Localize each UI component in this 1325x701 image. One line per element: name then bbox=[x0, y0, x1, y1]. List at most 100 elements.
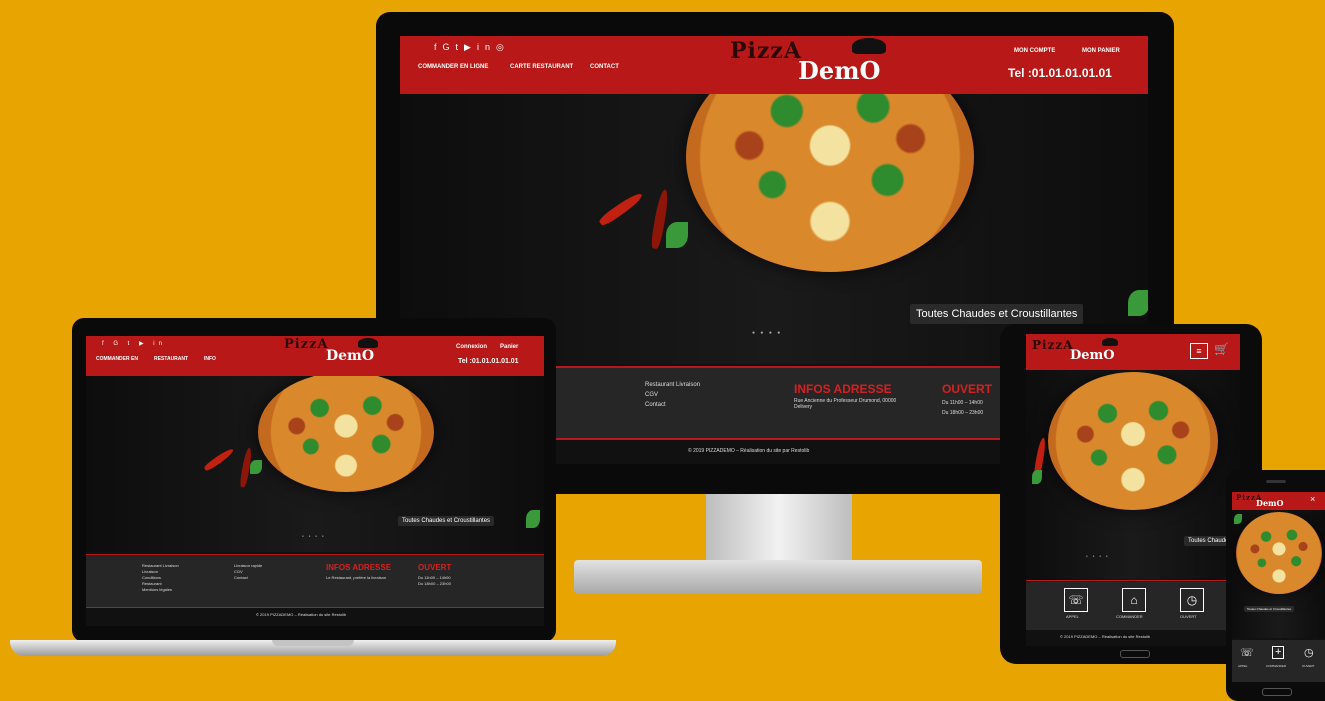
desktop-nav-menu[interactable]: CARTE RESTAURANT bbox=[510, 64, 573, 70]
desktop-footer-address: Rue Ancienne du Professeur Drumond, 0000… bbox=[794, 398, 897, 410]
phone-hours-button[interactable]: ◷ bbox=[1304, 646, 1314, 659]
divider bbox=[1026, 580, 1240, 581]
basil-leaf-image bbox=[1032, 470, 1042, 484]
instagram-icon[interactable]: ◎ bbox=[496, 42, 510, 52]
laptop-footer-link[interactable]: Contact bbox=[234, 575, 248, 580]
laptop-logo-bottom[interactable]: DemO bbox=[326, 348, 374, 364]
laptop-cart-link[interactable]: Panier bbox=[500, 344, 518, 350]
desktop-footer-link[interactable]: Restaurant Livraison bbox=[645, 382, 700, 388]
laptop-notch bbox=[272, 640, 354, 646]
laptop-screen: f G t ▶ in COMMANDER EN RESTAURANT INFO … bbox=[86, 336, 544, 626]
chef-hat-icon bbox=[1102, 338, 1118, 346]
desktop-footer-hours: Du 11h00 – 14h00 bbox=[942, 400, 983, 406]
phone-order-button[interactable]: + bbox=[1272, 646, 1285, 659]
tablet-logo-top[interactable]: PizzA bbox=[1032, 338, 1074, 352]
google-plus-icon[interactable]: G bbox=[443, 42, 456, 52]
laptop-footer-link[interactable]: Conditions bbox=[142, 575, 161, 580]
desktop-cart-link[interactable]: MON PANIER bbox=[1082, 48, 1120, 54]
laptop-nav-info[interactable]: INFO bbox=[204, 356, 216, 362]
desktop-account-link[interactable]: MON COMPTE bbox=[1014, 48, 1055, 54]
chili-pepper-image bbox=[597, 190, 645, 228]
phone-order-label: COMMANDER bbox=[1266, 664, 1286, 668]
cart-icon[interactable]: 🛒 bbox=[1214, 342, 1229, 356]
desktop-slider-dots[interactable]: ● ● ● ● bbox=[752, 330, 782, 336]
phone-screen: PizzA DemO × Toutes Chaudes et Croustill… bbox=[1232, 492, 1325, 682]
chef-hat-icon bbox=[852, 38, 886, 54]
desktop-slide-caption: Toutes Chaudes et Croustillantes bbox=[910, 304, 1084, 324]
laptop-footer-link[interactable]: Livraison rapide bbox=[234, 563, 262, 568]
desktop-footer-hours: Du 18h00 – 23h00 bbox=[942, 410, 984, 416]
monitor-stand-base bbox=[574, 560, 982, 594]
monitor-stand-neck bbox=[706, 494, 852, 564]
tablet-call-button[interactable]: ☏ bbox=[1064, 588, 1088, 612]
phone-action-bar: ☏ APPEL + COMMANDER ◷ OUVERT bbox=[1232, 640, 1325, 682]
pizza-image bbox=[258, 376, 434, 492]
tablet-hours-label: OUVERT bbox=[1180, 614, 1197, 619]
desktop-logo-bottom[interactable]: DemO bbox=[798, 56, 880, 85]
desktop-nav-order[interactable]: COMMANDER EN LIGNE bbox=[418, 64, 488, 70]
desktop-header: fGt▶in◎ COMMANDER EN LIGNE CARTE RESTAUR… bbox=[400, 36, 1148, 94]
linkedin-icon[interactable]: in bbox=[477, 42, 496, 52]
pizza-image bbox=[1048, 372, 1218, 510]
desktop-footer-link[interactable]: CGV bbox=[645, 392, 658, 398]
laptop-slider-dots[interactable]: ● ● ● ● bbox=[302, 534, 326, 538]
tablet-hero-slider: Toutes Chaudes ● ● ● ● bbox=[1026, 370, 1240, 580]
laptop-footer-link[interactable]: CGV bbox=[234, 569, 243, 574]
basil-leaf-image bbox=[666, 222, 688, 248]
desktop-copyright: © 2019 PIZZADEMO – Réalisation du site p… bbox=[688, 448, 810, 454]
phone-call-button[interactable]: ☏ bbox=[1240, 646, 1254, 659]
youtube-icon[interactable]: ▶ bbox=[464, 42, 477, 52]
phone-speaker bbox=[1266, 480, 1286, 483]
facebook-icon[interactable]: f bbox=[434, 42, 443, 52]
phone-hero-slider: Toutes Chaudes et Croustillantes bbox=[1232, 510, 1325, 638]
order-icon: ⌂ bbox=[1130, 593, 1138, 607]
basil-leaf-image bbox=[1234, 514, 1242, 524]
tablet-order-button[interactable]: ⌂ bbox=[1122, 588, 1146, 612]
laptop-footer-link[interactable]: Livraison bbox=[142, 569, 158, 574]
tablet-action-bar: ☏ APPEL ⌂ COMMANDER ◷ OUVERT bbox=[1026, 582, 1240, 630]
basil-leaf-image bbox=[250, 460, 262, 474]
laptop-logo-top[interactable]: PizzA bbox=[284, 337, 329, 352]
laptop-copyright: © 2019 PIZZADEMO – Réalisation du site R… bbox=[256, 612, 347, 617]
laptop-social-bar: f G t ▶ in bbox=[102, 341, 166, 347]
desktop-social-bar: fGt▶in◎ bbox=[434, 42, 510, 53]
tablet-screen: PizzA DemO ≡ 🛒 Toutes Chaudes ● ● ● ● ☏ … bbox=[1026, 334, 1240, 646]
laptop-footer-link[interactable]: Restaurant bbox=[142, 581, 162, 586]
pizza-image bbox=[1236, 512, 1322, 594]
phone-icon: ☏ bbox=[1068, 593, 1084, 607]
phone-header: PizzA DemO × bbox=[1232, 492, 1325, 510]
desktop-nav-contact[interactable]: CONTACT bbox=[590, 64, 619, 70]
chili-pepper-image bbox=[203, 446, 235, 473]
clock-icon: ◷ bbox=[1186, 593, 1198, 607]
desktop-logo-top[interactable]: PizzA bbox=[730, 38, 802, 64]
chef-hat-icon bbox=[358, 338, 378, 348]
desktop-footer-link[interactable]: Contact bbox=[645, 402, 666, 408]
laptop-footer-hours-title: OUVERT bbox=[418, 563, 452, 572]
laptop-hero-slider: Toutes Chaudes et Croustillantes ● ● ● ● bbox=[86, 376, 544, 552]
desktop-footer-hours-title: OUVERT bbox=[942, 382, 993, 396]
basil-leaf-image bbox=[526, 510, 540, 528]
laptop-footer-hours: Du 18h00 – 23h00 bbox=[418, 581, 451, 586]
menu-icon[interactable]: ≡ bbox=[1190, 343, 1208, 359]
laptop-nav-menu[interactable]: RESTAURANT bbox=[154, 356, 188, 362]
phone-home-button[interactable] bbox=[1262, 688, 1292, 696]
laptop-account-link[interactable]: Connexion bbox=[456, 344, 487, 350]
tablet-header: PizzA DemO ≡ 🛒 bbox=[1026, 334, 1240, 370]
laptop-footer-address-title: INFOS ADRESSE bbox=[326, 563, 392, 572]
tablet-order-label: COMMANDER bbox=[1116, 614, 1143, 619]
twitter-icon[interactable]: t bbox=[456, 42, 465, 52]
laptop-footer-link[interactable]: Mentions légales bbox=[142, 587, 172, 592]
tablet-hours-button[interactable]: ◷ bbox=[1180, 588, 1204, 612]
divider bbox=[86, 607, 544, 608]
tablet-copyright: © 2019 PIZZADEMO – Réalisation du site R… bbox=[1060, 634, 1151, 639]
laptop-footer: Restaurant Livraison Livraison Condition… bbox=[86, 555, 544, 607]
basil-leaf-image bbox=[1128, 290, 1148, 316]
phone-logo-bottom[interactable]: DemO bbox=[1256, 498, 1283, 508]
tablet-slider-dots[interactable]: ● ● ● ● bbox=[1086, 554, 1110, 558]
laptop-nav-order[interactable]: COMMANDER EN bbox=[96, 356, 138, 362]
laptop-footer-link[interactable]: Restaurant Livraison bbox=[142, 563, 179, 568]
tablet-logo-bottom[interactable]: DemO bbox=[1070, 348, 1115, 363]
tablet-home-button[interactable] bbox=[1120, 650, 1150, 658]
close-icon[interactable]: × bbox=[1310, 494, 1315, 504]
tablet-call-label: APPEL bbox=[1066, 614, 1079, 619]
